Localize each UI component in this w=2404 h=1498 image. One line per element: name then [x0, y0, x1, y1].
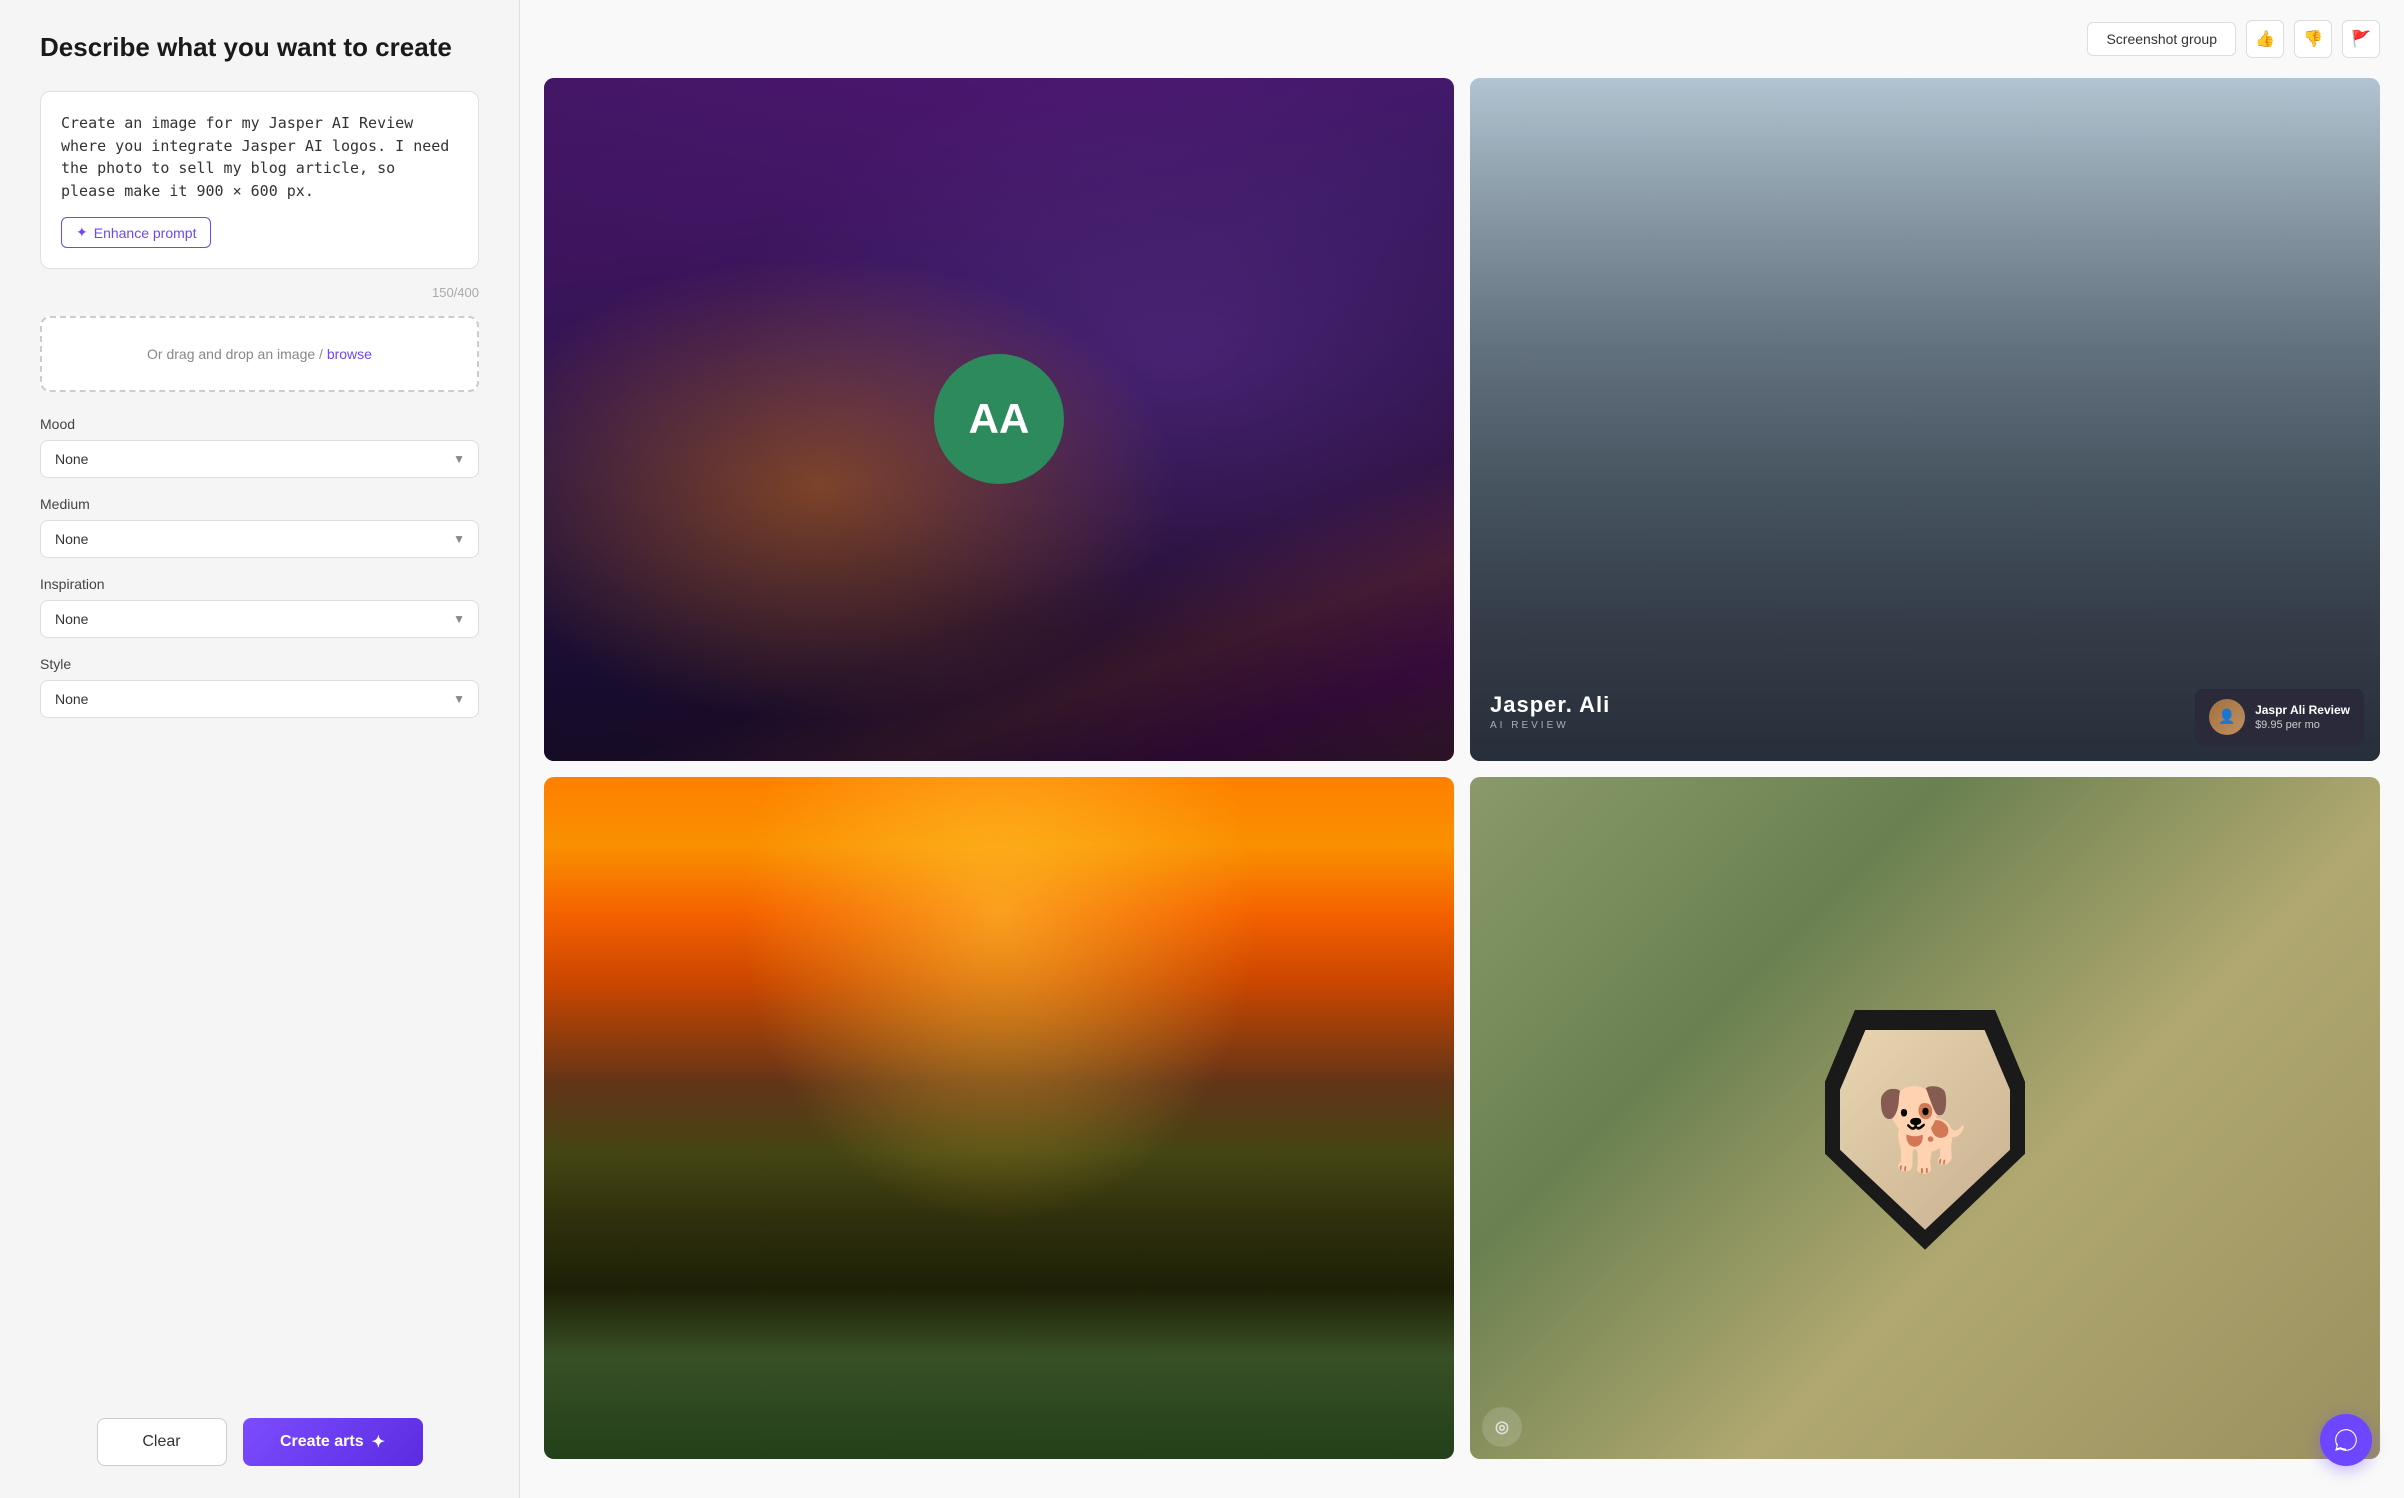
inspiration-section: Inspiration None Abstract Impressionist … — [40, 576, 479, 638]
jasper-card-avatar: 👤 — [2209, 699, 2245, 735]
inspiration-label: Inspiration — [40, 576, 479, 592]
image-card-street[interactable]: Jasper. Ali AI REVIEW 👤 Jaspr Ali Review… — [1470, 78, 2380, 761]
right-panel: Screenshot group 👍 👎 🚩 AA Jasper. Ali AI… — [520, 0, 2404, 1498]
avatar-overlay: AA — [934, 354, 1064, 484]
medium-label: Medium — [40, 496, 479, 512]
bottom-actions: Clear Create arts ✦ — [40, 1394, 479, 1466]
watermark: ◎ — [1482, 1407, 1522, 1447]
style-label: Style — [40, 656, 479, 672]
style-select-wrapper: None Realistic Cartoon Anime 3D Sketch ▼ — [40, 680, 479, 718]
avatar-text: AA — [969, 395, 1030, 443]
mood-select-wrapper: None Happy Sad Dramatic Calm Mysterious … — [40, 440, 479, 478]
mood-section: Mood None Happy Sad Dramatic Calm Myster… — [40, 416, 479, 478]
page-title: Describe what you want to create — [40, 32, 479, 63]
image-card-city-night[interactable]: AA — [544, 78, 1454, 761]
drag-drop-text2: an image / — [258, 346, 327, 362]
shield-inner: 🐕 — [1840, 1030, 2010, 1230]
jasper-card-overlay: 👤 Jaspr Ali Review $9.95 per mo — [2195, 689, 2364, 745]
mood-select[interactable]: None Happy Sad Dramatic Calm Mysterious — [40, 440, 479, 478]
image-grid: AA Jasper. Ali AI REVIEW 👤 Jaspr Ali Rev… — [544, 78, 2380, 1459]
drag-drop-area[interactable]: Or drag and drop an image / browse — [40, 316, 479, 392]
flag-icon: 🚩 — [2351, 29, 2371, 49]
sparkle-icon: ✦ — [76, 224, 88, 241]
prompt-input[interactable]: Create an image for my Jasper AI Review … — [61, 112, 458, 202]
jasper-main-text: Jasper. Ali — [1490, 692, 1610, 718]
image-card-mountain[interactable] — [544, 777, 1454, 1460]
drag-drop-text: Or drag and drop — [147, 346, 258, 362]
thumbs-down-icon: 👎 — [2303, 29, 2323, 49]
mood-label: Mood — [40, 416, 479, 432]
dog-face-icon: 🐕 — [1875, 1090, 1975, 1170]
create-sparkle-icon: ✦ — [372, 1432, 385, 1452]
enhance-prompt-button[interactable]: ✦ Enhance prompt — [61, 217, 211, 248]
top-bar: Screenshot group 👍 👎 🚩 — [544, 20, 2380, 58]
chat-bubble-button[interactable] — [2320, 1414, 2372, 1466]
clear-button[interactable]: Clear — [97, 1418, 227, 1466]
inspiration-select[interactable]: None Abstract Impressionist Surrealist M… — [40, 600, 479, 638]
char-count: 150/400 — [40, 285, 479, 300]
create-arts-button[interactable]: Create arts ✦ — [243, 1418, 423, 1466]
prompt-card: Create an image for my Jasper AI Review … — [40, 91, 479, 269]
medium-select-wrapper: None Oil Paint Watercolor Digital Pencil… — [40, 520, 479, 558]
inspiration-select-wrapper: None Abstract Impressionist Surrealist M… — [40, 600, 479, 638]
shield-container: 🐕 — [1825, 1010, 2025, 1250]
screenshot-group-button[interactable]: Screenshot group — [2087, 22, 2236, 56]
image-card-dog-shield[interactable]: 🐕 ◎ — [1470, 777, 2380, 1460]
jasper-card-text: Jaspr Ali Review $9.95 per mo — [2255, 703, 2350, 731]
browse-link[interactable]: browse — [327, 346, 372, 362]
medium-select[interactable]: None Oil Paint Watercolor Digital Pencil… — [40, 520, 479, 558]
style-select[interactable]: None Realistic Cartoon Anime 3D Sketch — [40, 680, 479, 718]
chat-icon — [2333, 1427, 2359, 1453]
shield-shape: 🐕 — [1825, 1010, 2025, 1250]
thumbs-up-button[interactable]: 👍 — [2246, 20, 2284, 58]
style-section: Style None Realistic Cartoon Anime 3D Sk… — [40, 656, 479, 718]
jasper-text-overlay: Jasper. Ali AI REVIEW — [1490, 692, 1610, 731]
medium-section: Medium None Oil Paint Watercolor Digital… — [40, 496, 479, 558]
left-panel: Describe what you want to create Create … — [0, 0, 520, 1498]
flag-button[interactable]: 🚩 — [2342, 20, 2380, 58]
thumbs-down-button[interactable]: 👎 — [2294, 20, 2332, 58]
thumbs-up-icon: 👍 — [2255, 29, 2275, 49]
jasper-sub-text: AI REVIEW — [1490, 720, 1610, 731]
